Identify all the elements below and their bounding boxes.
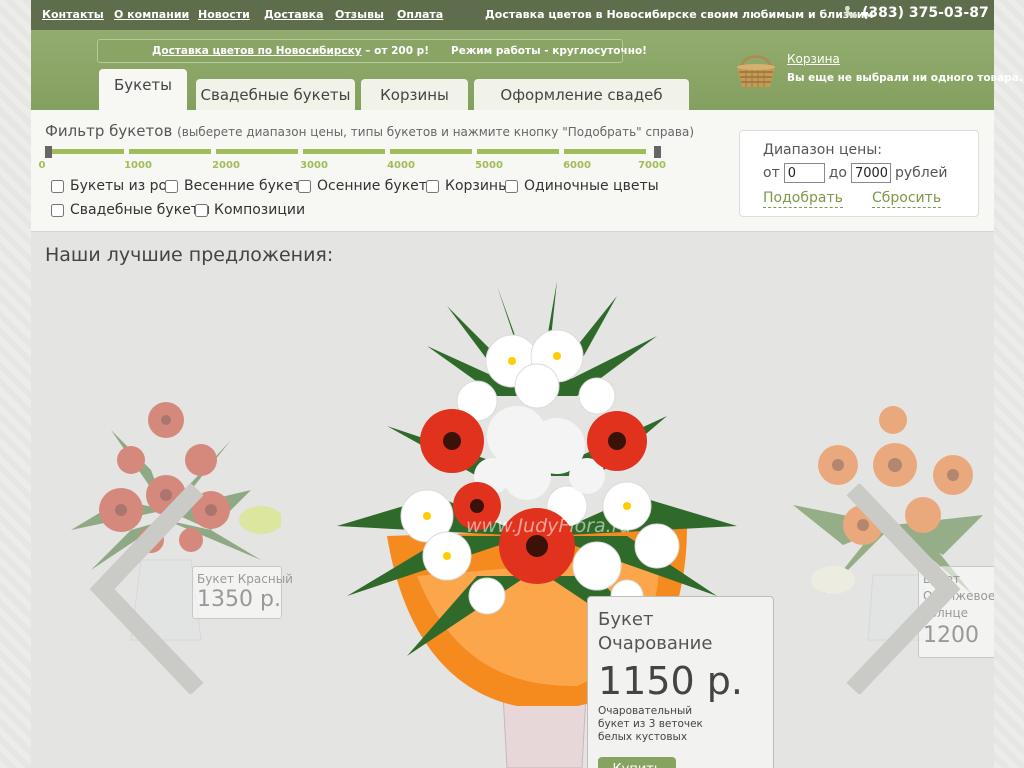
featured-product-description: Очаровательный букет из 3 веточек белых … [598, 705, 703, 743]
tick-label: 7000 [638, 160, 666, 171]
nav-payment-link[interactable]: Оплата [397, 8, 443, 21]
checkbox-roses-input[interactable] [51, 179, 64, 193]
offers-carousel: Букет Красный 1350 р. Букет Оранжевое со… [31, 270, 994, 768]
price-from-input[interactable] [783, 163, 825, 183]
nav-delivery-link[interactable]: Доставка [264, 8, 324, 21]
delivery-link[interactable]: Доставка цветов по Новосибирску [152, 45, 362, 57]
tick-label: 6000 [563, 160, 591, 171]
filter-title-text: Фильтр букетов [45, 122, 173, 140]
basket-icon[interactable] [734, 47, 778, 95]
slider-segment [564, 149, 646, 154]
tab-bouquets[interactable]: Букеты [99, 69, 187, 110]
price-slider[interactable] [45, 146, 661, 158]
site-tagline: Доставка цветов в Новосибирске своим люб… [485, 8, 874, 21]
slider-segment [216, 149, 298, 154]
checkbox-autumn-input[interactable] [298, 179, 311, 193]
tab-wedding-bouquets[interactable]: Свадебные букеты [196, 79, 355, 110]
featured-product-card: Букет Очарование 1150 р. Очаровательный … [587, 596, 774, 768]
tick-label: 5000 [475, 160, 503, 171]
price-range-box: Диапазон цены: от до рублей Подобрать Сб… [739, 130, 979, 217]
carousel-prev-arrow[interactable] [87, 482, 207, 698]
tick-label: 0 [38, 160, 46, 171]
tick-label: 2000 [212, 160, 240, 171]
price-range-title: Диапазон цены: [763, 142, 883, 158]
checkbox-baskets-input[interactable] [426, 179, 439, 193]
checkbox-label: Осенние букеты [317, 178, 438, 194]
checkbox-compositions-input[interactable] [195, 203, 208, 217]
price-from-label: от [763, 165, 780, 181]
slider-segment [129, 149, 211, 154]
watermark: www.JudyFlora.ru [466, 515, 632, 537]
price-range-row: от до рублей [763, 163, 947, 183]
basket-status: Вы еще не выбрали ни одного товара. [787, 72, 1023, 84]
slider-segment [477, 149, 559, 154]
page: Контакты О компании Новости Доставка Отз… [31, 0, 1023, 768]
right-decor-border [994, 0, 1024, 768]
checkbox-compositions[interactable]: Композиции [195, 202, 305, 218]
basket-link[interactable]: Корзина [787, 52, 840, 66]
tab-wedding-decoration[interactable]: Оформление свадеб [474, 79, 689, 110]
price-to-label: до [828, 165, 847, 181]
slider-segment [390, 149, 472, 154]
header: Доставка цветов по Новосибирску – от 200… [31, 30, 1023, 110]
checkbox-label: Корзины [445, 178, 510, 194]
left-bouquet-price: 1350 р. [197, 587, 281, 612]
reset-filter-button[interactable]: Сбросить [872, 190, 942, 208]
checkbox-wedding[interactable]: Свадебные букеты [51, 202, 210, 218]
carousel-next-arrow[interactable] [843, 482, 963, 698]
featured-product-price: 1150 р. [598, 659, 743, 703]
top-bar: Контакты О компании Новости Доставка Отз… [31, 0, 994, 30]
nav-contacts-link[interactable]: Контакты [42, 8, 104, 21]
filter-hint: (выберете диапазон цены, типы букетов и … [177, 125, 695, 139]
tick-label: 3000 [300, 160, 328, 171]
tick-label: 1000 [124, 160, 152, 171]
checkbox-label: Композиции [214, 202, 306, 218]
filter-title: Фильтр букетов (выберете диапазон цены, … [45, 122, 694, 140]
checkbox-label: Букеты из роз [70, 178, 175, 194]
work-hours: Режим работы - круглосуточно! [451, 45, 647, 57]
nav-about-link[interactable]: О компании [114, 8, 189, 21]
tick-label: 4000 [387, 160, 415, 171]
price-to-input[interactable] [850, 163, 891, 183]
checkbox-single[interactable]: Одиночные цветы [505, 178, 659, 194]
checkbox-label: Весенние букеты [184, 178, 313, 194]
delivery-price: – от 200 р! [361, 45, 429, 57]
price-currency-label: рублей [894, 165, 948, 181]
slider-min-handle[interactable] [45, 146, 52, 158]
offers-title: Наши лучшие предложения: [45, 244, 334, 266]
checkbox-baskets[interactable]: Корзины [426, 178, 509, 194]
tab-baskets[interactable]: Корзины [361, 79, 468, 110]
apply-filter-button[interactable]: Подобрать [763, 190, 843, 208]
buy-button[interactable]: Купить [598, 757, 676, 768]
slider-segment [303, 149, 385, 154]
left-decor-border [0, 0, 31, 768]
featured-product-name: Букет Очарование [598, 609, 713, 654]
nav-news-link[interactable]: Новости [198, 8, 250, 21]
checkbox-roses[interactable]: Букеты из роз [51, 178, 175, 194]
bouquet-filter: Фильтр букетов (выберете диапазон цены, … [31, 110, 994, 232]
phone-text: (383) 375-03-87 [862, 5, 989, 21]
checkbox-spring[interactable]: Весенние букеты [165, 178, 312, 194]
checkbox-label: Свадебные букеты [70, 202, 210, 218]
phone-number: (383) 375-03-87 [844, 5, 989, 23]
phone-icon [844, 5, 858, 23]
delivery-banner: Доставка цветов по Новосибирску – от 200… [97, 39, 647, 63]
checkbox-wedding-input[interactable] [51, 203, 64, 217]
nav-reviews-link[interactable]: Отзывы [335, 8, 384, 21]
checkbox-spring-input[interactable] [165, 179, 178, 193]
checkbox-label: Одиночные цветы [524, 178, 659, 194]
slider-segment [48, 149, 124, 154]
slider-max-handle[interactable] [654, 146, 661, 158]
checkbox-autumn[interactable]: Осенние букеты [298, 178, 438, 194]
left-bouquet-name: Букет Красный [197, 572, 293, 586]
checkbox-single-input[interactable] [505, 179, 518, 193]
